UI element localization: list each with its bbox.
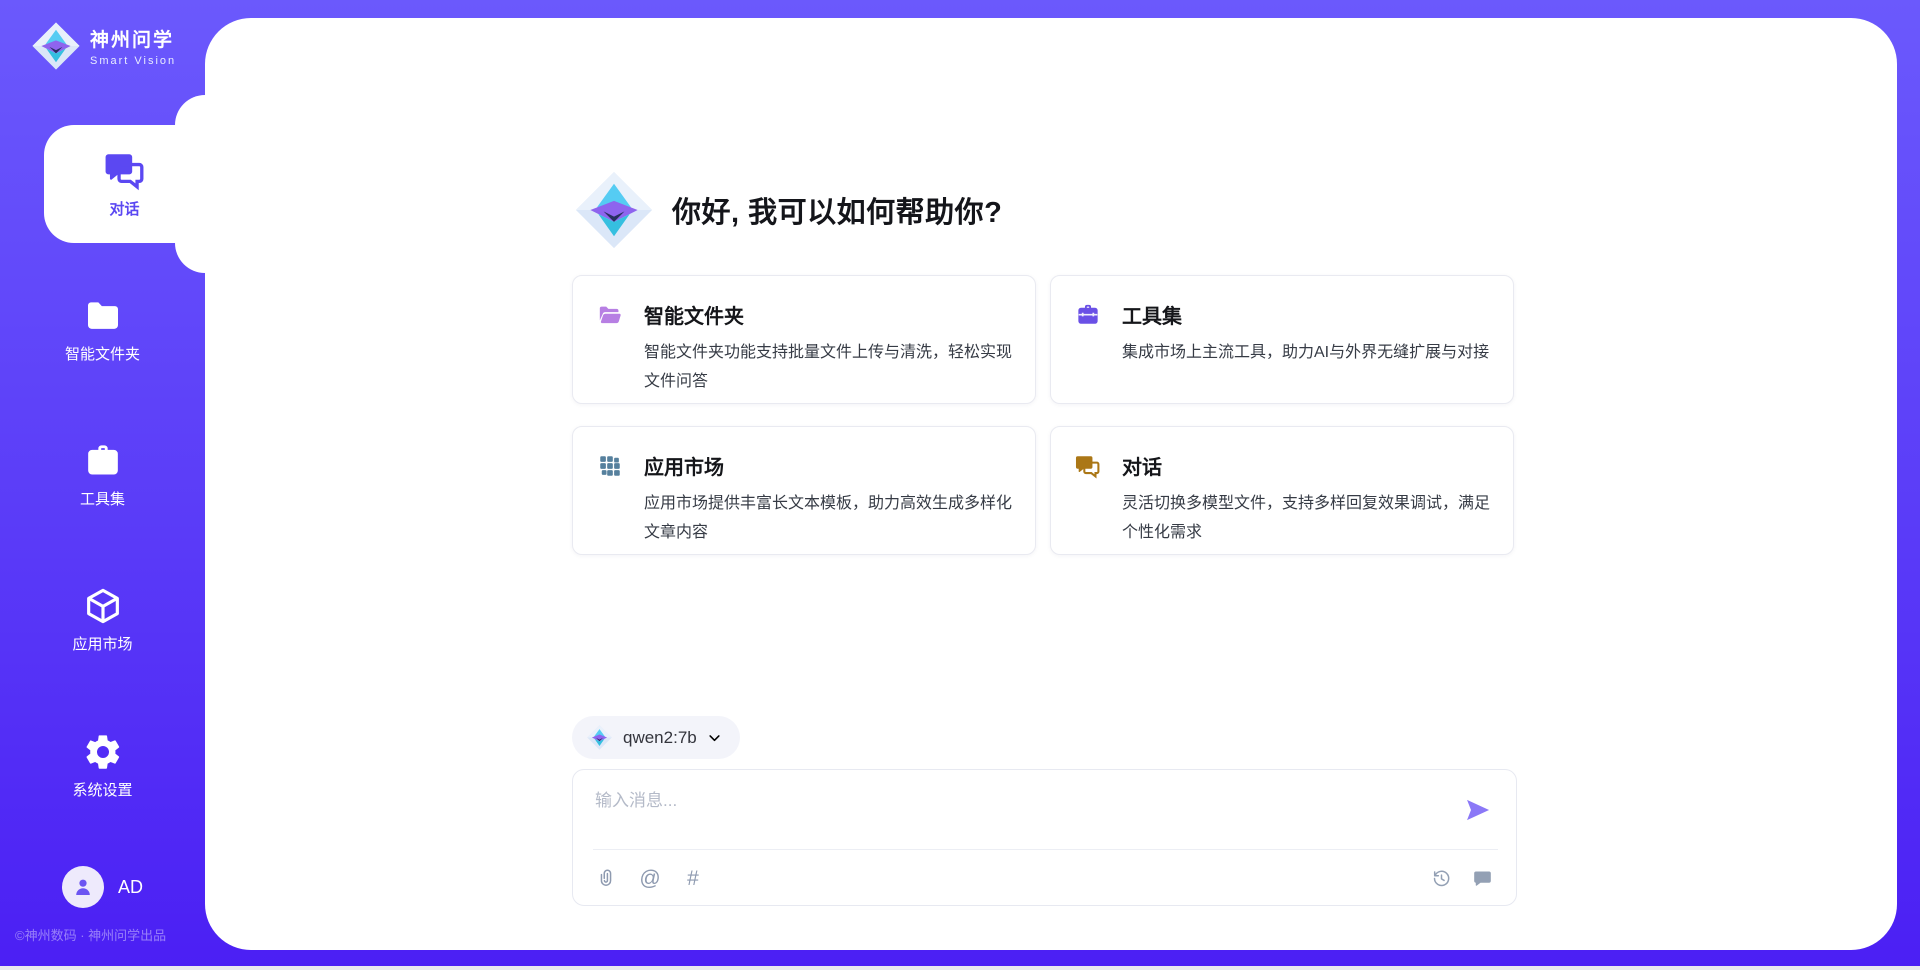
sidebar-item-label: 系统设置 xyxy=(72,779,132,800)
brand: 神州问学 Smart Vision xyxy=(30,20,176,72)
send-button[interactable] xyxy=(1464,796,1492,824)
person-icon xyxy=(71,875,95,899)
card-title: 对话 xyxy=(1122,451,1162,480)
card-smart-folder[interactable]: 智能文件夹 智能文件夹功能支持批量文件上传与清洗，轻松实现文件问答 xyxy=(572,275,1036,404)
feedback-button[interactable] xyxy=(1470,866,1494,890)
folder-icon xyxy=(83,296,123,336)
sidebar-item-settings[interactable]: 系统设置 xyxy=(0,732,205,800)
card-description: 集成市场上主流工具，助力AI与外界无缝扩展与对接 xyxy=(1122,338,1491,367)
chevron-down-icon xyxy=(707,730,722,745)
sidebar: 神州问学 Smart Vision 对话 智能文件夹 工具集 应用市场 系统设置 xyxy=(0,0,205,970)
card-description: 智能文件夹功能支持批量文件上传与清洗，轻松实现文件问答 xyxy=(644,338,1013,396)
message-input[interactable] xyxy=(595,786,1435,842)
gear-icon xyxy=(83,732,123,772)
user-name: AD xyxy=(118,877,143,898)
model-logo-icon xyxy=(586,724,613,751)
folder-open-icon xyxy=(597,302,623,328)
cube-icon xyxy=(83,586,123,626)
brand-logo-icon xyxy=(30,20,82,72)
message-composer: @ # xyxy=(572,769,1517,906)
greeting-title: 你好, 我可以如何帮助你? xyxy=(672,189,1002,231)
card-title: 工具集 xyxy=(1122,300,1182,329)
composer-toolbar: @ # xyxy=(573,850,1516,906)
greeting-block: 你好, 我可以如何帮助你? xyxy=(572,168,1002,252)
model-selector[interactable]: qwen2:7b xyxy=(572,716,740,759)
chat-bubble-icon xyxy=(1472,868,1493,889)
brand-name: 神州问学 xyxy=(90,25,176,52)
sidebar-item-toolset[interactable]: 工具集 xyxy=(0,441,205,509)
sidebar-item-app-market[interactable]: 应用市场 xyxy=(0,586,205,654)
chat-icon xyxy=(104,149,146,191)
content-column: 你好, 我可以如何帮助你? 智能文件夹 智能文件夹功能支持批量文件上传与清洗，轻… xyxy=(572,18,1517,950)
toolbox-icon xyxy=(1075,302,1101,328)
user-profile[interactable]: AD xyxy=(0,866,205,908)
card-toolset[interactable]: 工具集 集成市场上主流工具，助力AI与外界无缝扩展与对接 xyxy=(1050,275,1514,404)
sidebar-item-smart-folder[interactable]: 智能文件夹 xyxy=(0,296,205,364)
card-description: 灵活切换多模型文件，支持多样回复效果调试，满足个性化需求 xyxy=(1122,489,1491,547)
hashtag-button[interactable]: # xyxy=(681,866,705,890)
attach-file-button[interactable] xyxy=(595,866,619,890)
avatar xyxy=(62,866,104,908)
brand-subtitle: Smart Vision xyxy=(90,55,176,67)
assistant-logo-icon xyxy=(572,168,656,252)
card-title: 应用市场 xyxy=(644,451,724,480)
toolbox-icon xyxy=(83,441,123,481)
card-title: 智能文件夹 xyxy=(644,300,744,329)
sidebar-item-label: 对话 xyxy=(109,198,139,219)
feature-cards: 智能文件夹 智能文件夹功能支持批量文件上传与清洗，轻松实现文件问答 工具集 集成… xyxy=(572,275,1514,555)
sidebar-item-chat[interactable]: 对话 xyxy=(44,125,205,243)
send-icon xyxy=(1464,796,1492,824)
paperclip-icon xyxy=(597,868,618,889)
sidebar-item-label: 应用市场 xyxy=(72,633,132,654)
grid-icon xyxy=(597,453,623,479)
sidebar-item-label: 工具集 xyxy=(80,488,125,509)
window-bottom-edge xyxy=(0,966,1920,970)
card-chat[interactable]: 对话 灵活切换多模型文件，支持多样回复效果调试，满足个性化需求 xyxy=(1050,426,1514,555)
card-description: 应用市场提供丰富长文本模板，助力高效生成多样化文章内容 xyxy=(644,489,1013,547)
chat-icon xyxy=(1075,453,1101,479)
history-button[interactable] xyxy=(1429,866,1453,890)
card-app-market[interactable]: 应用市场 应用市场提供丰富长文本模板，助力高效生成多样化文章内容 xyxy=(572,426,1036,555)
history-icon xyxy=(1431,868,1452,889)
model-name: qwen2:7b xyxy=(623,728,697,748)
copyright-footer: ©神州数码 · 神州问学出品 xyxy=(15,925,166,944)
mention-button[interactable]: @ xyxy=(638,866,662,890)
main-panel: 你好, 我可以如何帮助你? 智能文件夹 智能文件夹功能支持批量文件上传与清洗，轻… xyxy=(205,18,1897,950)
sidebar-item-label: 智能文件夹 xyxy=(65,343,140,364)
